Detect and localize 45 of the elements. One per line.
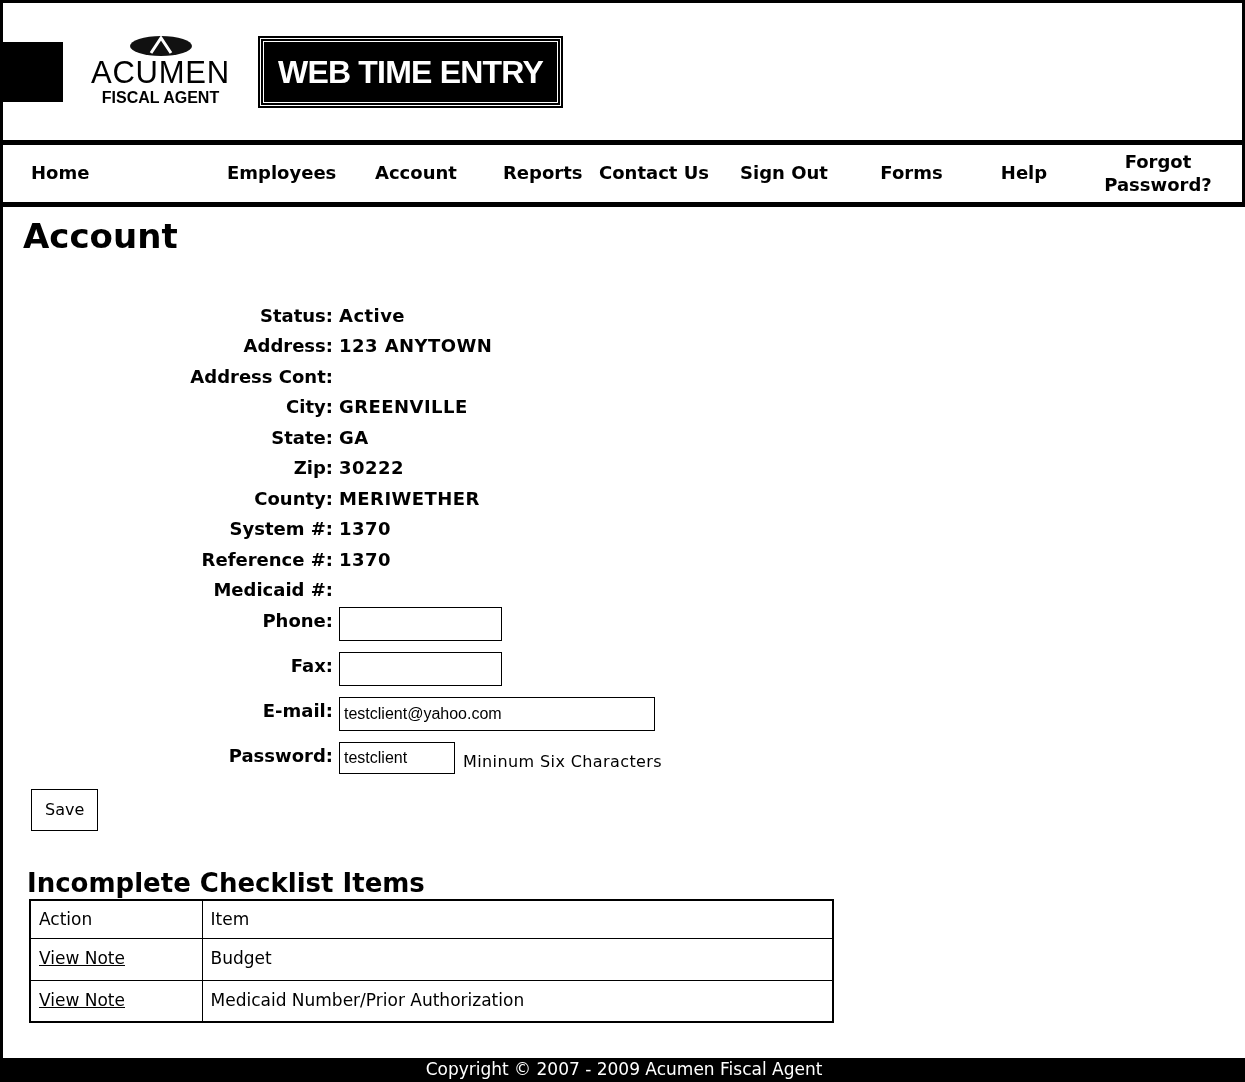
field-label: Address: (243, 335, 333, 356)
field-label: E-mail: (262, 699, 333, 721)
copyright-text: Copyright © 2007 - 2009 Acumen Fiscal Agent (425, 1058, 823, 1082)
logo-subtitle: FISCAL AGENT (101, 88, 220, 108)
nav-link[interactable]: Forms (849, 162, 974, 185)
nav-link[interactable]: Contact Us (589, 162, 719, 185)
field-label: Phone: (262, 609, 333, 631)
password-field[interactable]: testclient (339, 741, 455, 774)
nav-link[interactable]: Account (349, 162, 477, 185)
field-label: Zip: (293, 457, 333, 478)
field-value: 1370 (339, 518, 391, 539)
logo-name: ACUMEN (91, 57, 230, 88)
section-title: Incomplete Checklist Items (27, 866, 426, 899)
field-value: GA (339, 426, 369, 448)
field-label: Medicaid #: (213, 579, 333, 600)
field-value: MERIWETHER (339, 487, 480, 509)
field-label: County: (254, 487, 333, 509)
field-label: System #: (229, 518, 333, 539)
logo-emblem-icon (128, 35, 193, 57)
field-label: Status: (259, 304, 333, 326)
column-header: Action (30, 900, 202, 938)
nav-link[interactable]: Home (3, 162, 201, 185)
nav-link[interactable]: Reports (477, 162, 589, 185)
field-label: State: (271, 426, 333, 448)
field-value: 30222 (339, 457, 404, 478)
nav-link[interactable]: Forgot Password? (1074, 151, 1242, 196)
field-label: Address Cont: (190, 365, 333, 387)
nav-link[interactable]: Employees (201, 162, 349, 185)
field-label: City: (286, 396, 333, 417)
password-hint: Mininum Six Characters (463, 750, 663, 773)
nav-link[interactable]: Help (974, 162, 1074, 185)
field-value: 123 ANYTOWN (339, 335, 493, 356)
field-label: Password: (228, 744, 333, 766)
page-title: Account (23, 215, 179, 258)
save-button[interactable]: Save (31, 788, 99, 831)
field-value: Active (339, 304, 406, 326)
input-field[interactable] (339, 606, 502, 641)
banner-title: WEB TIME ENTRY (260, 37, 561, 106)
field-label: Reference #: (201, 548, 333, 570)
nav-link[interactable]: Sign Out (719, 162, 849, 185)
input-field[interactable] (339, 651, 502, 686)
field-label: Fax: (290, 654, 333, 676)
input-field[interactable]: testclient@yahoo.com (339, 696, 655, 731)
field-value: 1370 (339, 548, 391, 570)
field-value: GREENVILLE (339, 396, 468, 417)
